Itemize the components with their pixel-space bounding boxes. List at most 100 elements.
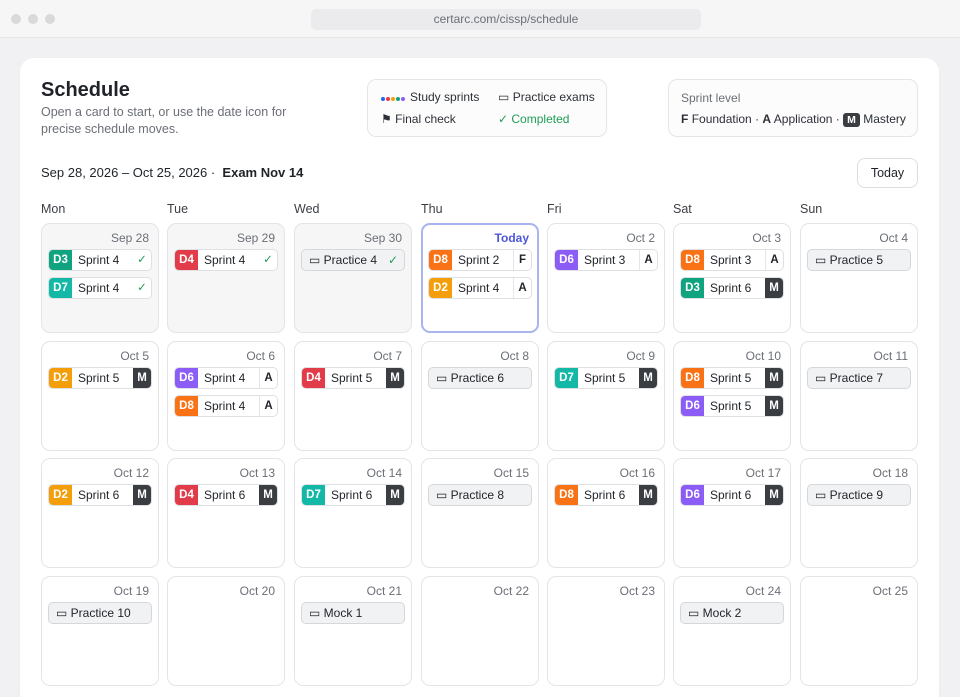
sprint-level-tag: M [639, 368, 657, 388]
legend-study-sprints: Study sprints [381, 90, 479, 105]
sprint-level-tag: M [259, 485, 277, 505]
exam-date: Exam Nov 14 [222, 165, 304, 180]
level-m-key: M [843, 113, 860, 127]
day-date: Oct 13 [239, 466, 275, 480]
day-cell[interactable]: Oct 2 D6 Sprint 3 A [547, 223, 665, 333]
day-cell-today[interactable]: Today D8 Sprint 2 F D2 Sprint 4 A [421, 223, 539, 333]
domain-badge: D6 [555, 250, 578, 270]
day-cell[interactable]: Oct 25 [800, 576, 918, 686]
sprint-level-tag: A [765, 250, 783, 270]
sprint-card[interactable]: D8 Sprint 5 M [680, 367, 784, 389]
sprint-card[interactable]: D3 Sprint 4 ✓ [48, 249, 152, 271]
domain-badge: D8 [175, 396, 198, 416]
sprint-label: Sprint 6 [584, 488, 626, 502]
sprint-card[interactable]: D2 Sprint 6 M [48, 484, 152, 506]
day-cell[interactable]: Oct 6 D6 Sprint 4 A D8 Sprint 4 A [167, 341, 285, 451]
address-bar[interactable]: certarc.com/cissp/schedule [311, 9, 701, 30]
sprint-card[interactable]: D4 Sprint 4 ✓ [174, 249, 278, 271]
day-cell[interactable]: Oct 20 [167, 576, 285, 686]
day-date: Oct 7 [373, 349, 402, 363]
practice-exam-card[interactable]: ▭ Practice 8 [428, 484, 532, 506]
day-cell[interactable]: Oct 18 ▭ Practice 9 [800, 458, 918, 568]
domain-badge: D4 [175, 250, 198, 270]
day-cell[interactable]: Oct 5 D2 Sprint 5 M [41, 341, 159, 451]
window-minimize-dot[interactable] [28, 14, 38, 24]
practice-exam-card[interactable]: ▭ Practice 10 [48, 602, 152, 624]
completed-check-icon: ✓ [137, 282, 147, 294]
event-list: D3 Sprint 4 ✓ D7 Sprint 4 ✓ [48, 249, 152, 305]
domain-badge: D4 [175, 485, 198, 505]
sprint-card[interactable]: D2 Sprint 5 M [48, 367, 152, 389]
sprint-card[interactable]: D6 Sprint 3 A [554, 249, 658, 271]
day-cell[interactable]: Oct 7 D4 Sprint 5 M [294, 341, 412, 451]
day-cell[interactable]: Oct 12 D2 Sprint 6 M [41, 458, 159, 568]
sprint-card[interactable]: D8 Sprint 3 A [680, 249, 784, 271]
level-m-label: Mastery [863, 112, 906, 126]
day-date: Oct 14 [366, 466, 402, 480]
sprint-level-tag: M [133, 368, 151, 388]
day-date: Sep 29 [236, 231, 275, 245]
sprint-card[interactable]: D8 Sprint 4 A [174, 395, 278, 417]
practice-exam-card[interactable]: ▭ Mock 2 [680, 602, 784, 624]
sprint-label: Sprint 3 [584, 253, 626, 267]
weekday-mon: Mon [41, 202, 66, 216]
sprint-card[interactable]: D6 Sprint 5 M [680, 395, 784, 417]
sprint-card[interactable]: D8 Sprint 2 F [428, 249, 532, 271]
day-date: Oct 3 [752, 231, 781, 245]
sprint-level-box: Sprint level F Foundation · A Applicatio… [668, 79, 918, 137]
day-cell[interactable]: Oct 21 ▭ Mock 1 [294, 576, 412, 686]
day-cell[interactable]: Oct 9 D7 Sprint 5 M [547, 341, 665, 451]
sprint-card[interactable]: D2 Sprint 4 A [428, 277, 532, 299]
sprint-card[interactable]: D8 Sprint 6 M [554, 484, 658, 506]
day-cell[interactable]: Oct 8 ▭ Practice 6 [421, 341, 539, 451]
sprint-level-tag: M [765, 278, 783, 298]
sprint-card[interactable]: D4 Sprint 6 M [174, 484, 278, 506]
day-cell[interactable]: Oct 17 D6 Sprint 6 M [673, 458, 791, 568]
event-list: ▭ Practice 10 [48, 602, 152, 630]
sprint-dots-icon [381, 91, 406, 105]
window-close-dot[interactable] [11, 14, 21, 24]
window-maximize-dot[interactable] [45, 14, 55, 24]
day-cell[interactable]: Oct 22 [421, 576, 539, 686]
practice-exam-card[interactable]: ▭ Practice 6 [428, 367, 532, 389]
day-cell[interactable]: Sep 29 D4 Sprint 4 ✓ [167, 223, 285, 333]
sprint-card[interactable]: D3 Sprint 6 M [680, 277, 784, 299]
event-list: D6 Sprint 6 M [680, 484, 784, 512]
day-cell[interactable]: Oct 16 D8 Sprint 6 M [547, 458, 665, 568]
day-cell[interactable]: Sep 30 ▭ Practice 4 ✓ [294, 223, 412, 333]
practice-exam-card[interactable]: ▭ Practice 4 ✓ [301, 249, 405, 271]
practice-exam-card[interactable]: ▭ Practice 5 [807, 249, 911, 271]
practice-exam-card[interactable]: ▭ Mock 1 [301, 602, 405, 624]
practice-exam-card[interactable]: ▭ Practice 9 [807, 484, 911, 506]
day-cell[interactable]: Oct 4 ▭ Practice 5 [800, 223, 918, 333]
day-cell[interactable]: Oct 14 D7 Sprint 6 M [294, 458, 412, 568]
day-cell[interactable]: Oct 10 D8 Sprint 5 M D6 Sprint 5 M [673, 341, 791, 451]
sprint-card[interactable]: D7 Sprint 6 M [301, 484, 405, 506]
practice-exam-card[interactable]: ▭ Practice 7 [807, 367, 911, 389]
practice-label: ▭ Practice 6 [436, 371, 505, 385]
day-cell[interactable]: Oct 15 ▭ Practice 8 [421, 458, 539, 568]
page-title: Schedule [41, 79, 130, 101]
day-cell[interactable]: Oct 11 ▭ Practice 7 [800, 341, 918, 451]
event-list: D8 Sprint 6 M [554, 484, 658, 512]
day-cell[interactable]: Oct 24 ▭ Mock 2 [673, 576, 791, 686]
sprint-label: Sprint 3 [710, 253, 752, 267]
sprint-card[interactable]: D6 Sprint 6 M [680, 484, 784, 506]
event-list: ▭ Practice 6 [428, 367, 532, 395]
sprint-card[interactable]: D7 Sprint 4 ✓ [48, 277, 152, 299]
sprint-card[interactable]: D6 Sprint 4 A [174, 367, 278, 389]
sprint-level-title: Sprint level [681, 91, 741, 105]
event-list: D8 Sprint 2 F D2 Sprint 4 A [428, 249, 532, 305]
event-list: D7 Sprint 6 M [301, 484, 405, 512]
day-cell[interactable]: Oct 13 D4 Sprint 6 M [167, 458, 285, 568]
sprint-card[interactable]: D4 Sprint 5 M [301, 367, 405, 389]
level-a-label: Application · [773, 112, 840, 126]
sprint-card[interactable]: D7 Sprint 5 M [554, 367, 658, 389]
day-cell[interactable]: Oct 23 [547, 576, 665, 686]
day-cell[interactable]: Oct 3 D8 Sprint 3 A D3 Sprint 6 M [673, 223, 791, 333]
event-list: D2 Sprint 5 M [48, 367, 152, 395]
weekday-sun: Sun [800, 202, 823, 216]
today-button[interactable]: Today [857, 158, 918, 188]
day-cell[interactable]: Sep 28 D3 Sprint 4 ✓ D7 Sprint 4 ✓ [41, 223, 159, 333]
day-cell[interactable]: Oct 19 ▭ Practice 10 [41, 576, 159, 686]
